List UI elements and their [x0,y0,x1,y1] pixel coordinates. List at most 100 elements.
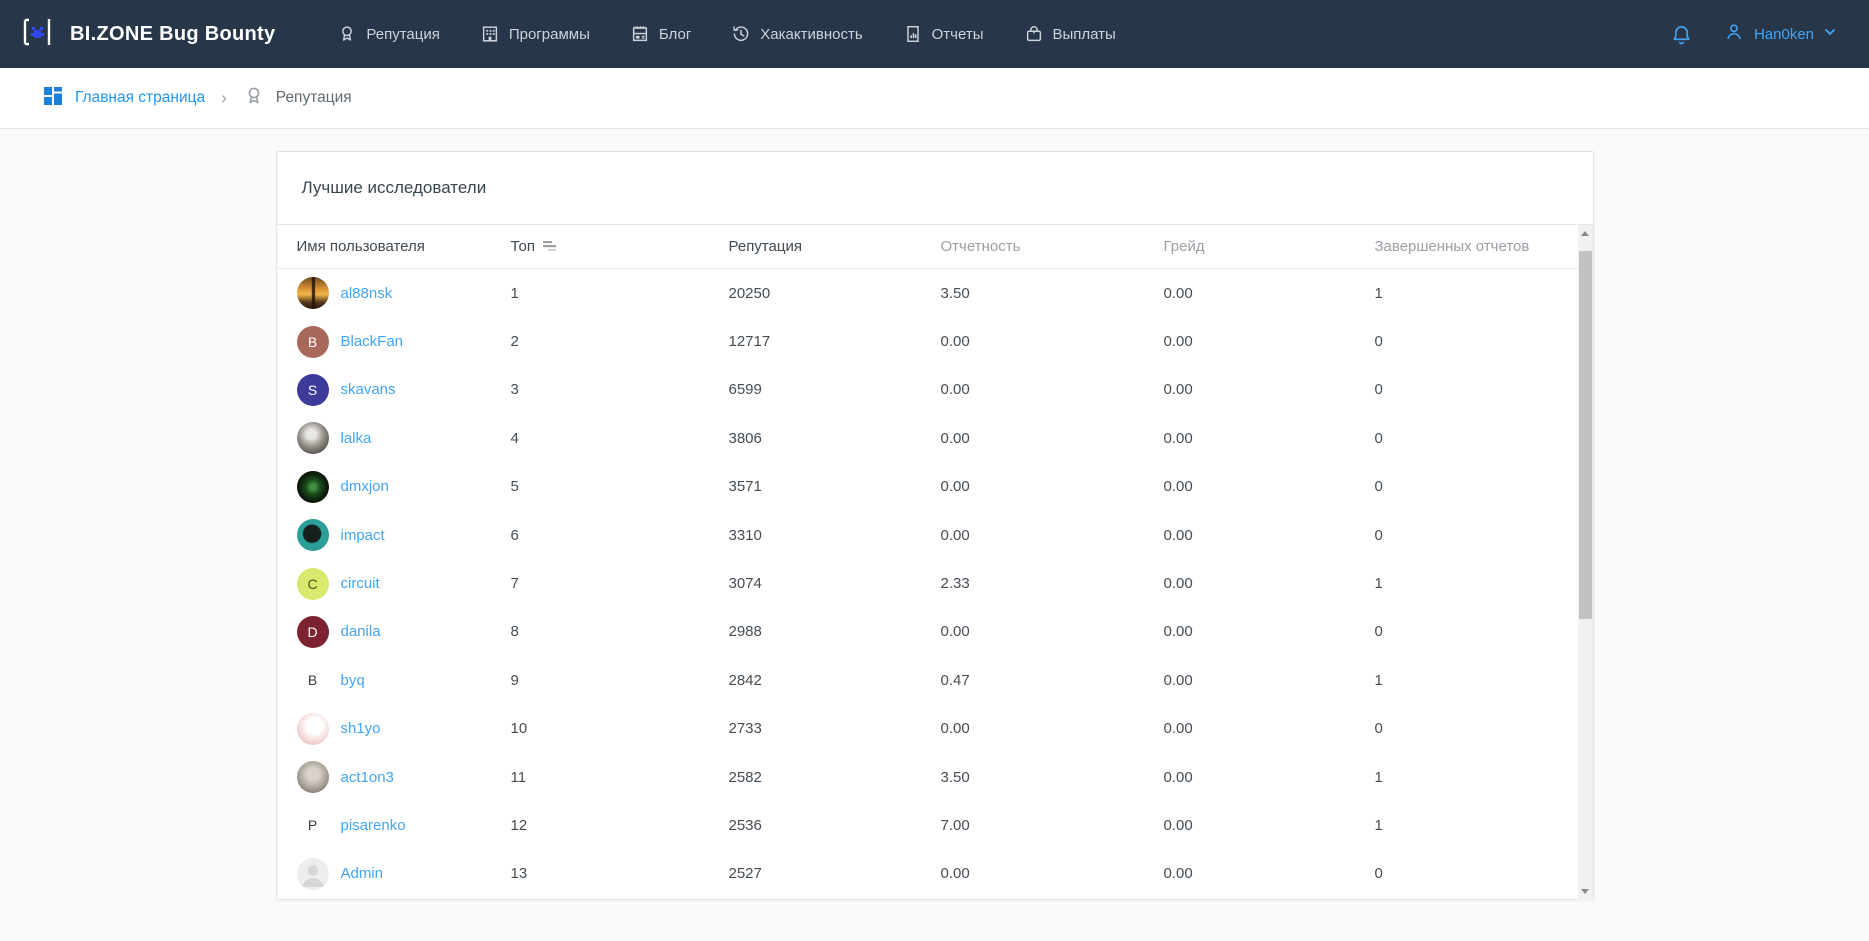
row-username[interactable]: pisarenko [341,817,406,834]
nav-item-label: Выплаты [1053,26,1116,43]
top-navbar: BI.ZONE Bug Bounty Репутация Программы Бло… [0,0,1869,68]
scrollbar-up-arrow-icon[interactable] [1578,225,1593,242]
breadcrumb-current: Репутация [243,85,352,112]
building-icon [480,24,500,44]
row-top: 2 [511,333,729,350]
row-username[interactable]: impact [341,527,385,544]
column-header[interactable]: Топ [511,238,729,256]
avatar: S [297,374,329,406]
leaderboard-table: Имя пользователяТопРепутацияОтчетностьГр… [277,225,1593,899]
avatar [297,519,329,551]
avatar [297,761,329,793]
row-username[interactable]: byq [341,672,365,689]
row-username[interactable]: Admin [341,865,384,882]
row-reputation: 6599 [729,381,941,398]
row-username[interactable]: skavans [341,381,396,398]
row-reporting: 0.47 [941,672,1164,689]
award-icon [337,24,357,44]
row-reputation: 2536 [729,817,941,834]
row-completed: 1 [1375,817,1573,834]
row-reputation: 2527 [729,865,941,882]
row-reporting: 0.00 [941,478,1164,495]
row-top: 6 [511,527,729,544]
nav-item-payouts[interactable]: Выплаты [1024,24,1116,44]
table-row: lalka 4 3806 0.00 0.00 0 [277,414,1593,462]
row-completed: 0 [1375,527,1573,544]
row-top: 12 [511,817,729,834]
row-reporting: 0.00 [941,333,1164,350]
row-username[interactable]: lalka [341,430,372,447]
row-grade: 0.00 [1164,381,1375,398]
column-header: Завершенных отчетов [1375,238,1558,255]
row-grade: 0.00 [1164,623,1375,640]
row-username[interactable]: BlackFan [341,333,404,350]
row-username[interactable]: al88nsk [341,285,393,302]
nav-item-reputation[interactable]: Репутация [337,24,439,44]
row-reporting: 0.00 [941,381,1164,398]
row-reputation: 3571 [729,478,941,495]
row-reputation: 3310 [729,527,941,544]
avatar: B [297,326,329,358]
user-menu[interactable]: Han0ken [1723,21,1837,47]
blog-icon [630,24,650,44]
row-reporting: 3.50 [941,285,1164,302]
nav-item-hackactivity[interactable]: Хакактивность [731,24,862,44]
row-grade: 0.00 [1164,527,1375,544]
chevron-down-icon [1823,25,1837,43]
table-body: al88nsk 1 20250 3.50 0.00 1 B BlackFan 2… [277,269,1593,899]
nav-item-label: Отчеты [932,26,984,43]
row-top: 8 [511,623,729,640]
row-completed: 0 [1375,865,1573,882]
row-username[interactable]: dmxjon [341,478,389,495]
row-grade: 0.00 [1164,672,1375,689]
brand-logo[interactable]: BI.ZONE Bug Bounty [18,12,275,57]
reports-icon [903,24,923,44]
row-username[interactable]: sh1yo [341,720,381,737]
row-grade: 0.00 [1164,769,1375,786]
award-icon [243,85,265,112]
row-username[interactable]: danila [341,623,381,640]
row-grade: 0.00 [1164,430,1375,447]
row-grade: 0.00 [1164,575,1375,592]
leaderboard-card: Лучшие исследователи Имя пользователяТоп… [276,151,1594,900]
brand-title: BI.ZONE Bug Bounty [70,23,275,46]
breadcrumb-separator: › [221,88,227,108]
user-name: Han0ken [1754,26,1814,43]
table-row: Admin 13 2527 0.00 0.00 0 [277,850,1593,898]
nav-item-label: Блог [659,26,691,43]
row-reputation: 2733 [729,720,941,737]
user-icon [1723,21,1745,47]
row-reporting: 0.00 [941,527,1164,544]
row-username[interactable]: act1on3 [341,769,394,786]
row-top: 7 [511,575,729,592]
row-reputation: 3806 [729,430,941,447]
row-reporting: 2.33 [941,575,1164,592]
payouts-icon [1024,24,1044,44]
scrollbar-down-arrow-icon[interactable] [1578,883,1593,900]
row-reputation: 2842 [729,672,941,689]
row-reputation: 3074 [729,575,941,592]
dashboard-grid-icon [42,85,64,112]
row-top: 1 [511,285,729,302]
nav-item-reports[interactable]: Отчеты [903,24,984,44]
breadcrumb-home-link[interactable]: Главная страница [42,85,205,112]
table-row: al88nsk 1 20250 3.50 0.00 1 [277,269,1593,317]
row-completed: 1 [1375,575,1573,592]
sort-icon[interactable] [543,238,559,256]
row-top: 9 [511,672,729,689]
row-username[interactable]: circuit [341,575,380,592]
nav-item-blog[interactable]: Блог [630,24,691,44]
table-row: P pisarenko 12 2536 7.00 0.00 1 [277,801,1593,849]
row-completed: 1 [1375,285,1573,302]
table-row: impact 6 3310 0.00 0.00 0 [277,511,1593,559]
row-reputation: 2582 [729,769,941,786]
main-nav: Репутация Программы Блог Хакактивность Отчет… [337,24,1115,44]
row-completed: 0 [1375,381,1573,398]
row-completed: 1 [1375,769,1573,786]
scrollbar-thumb[interactable] [1579,251,1592,619]
nav-item-programs[interactable]: Программы [480,24,590,44]
row-completed: 0 [1375,720,1573,737]
table-scrollbar[interactable] [1578,225,1593,900]
notifications-bell-icon[interactable] [1670,23,1693,46]
row-grade: 0.00 [1164,478,1375,495]
